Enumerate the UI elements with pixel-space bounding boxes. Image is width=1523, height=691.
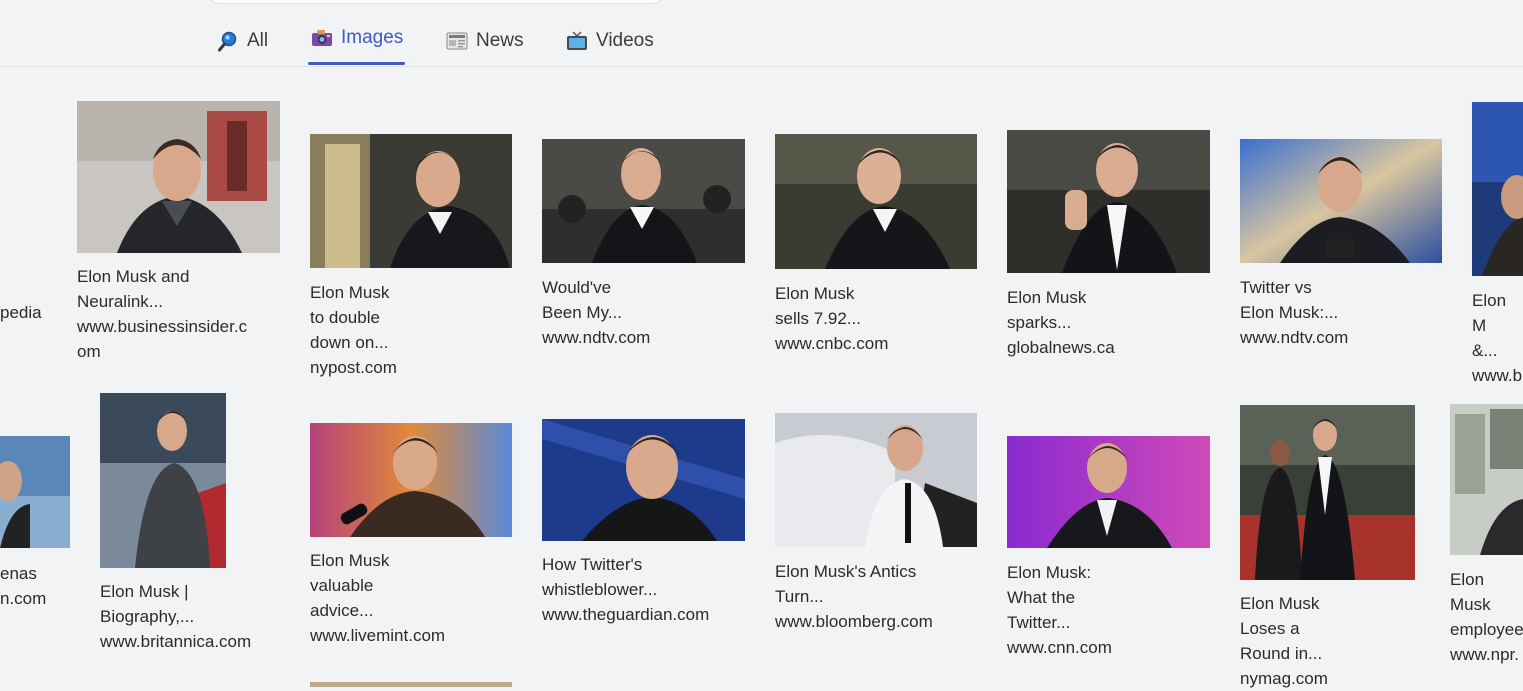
result-caption: Twitter vs Elon Musk:... www.ndtv.com bbox=[1240, 278, 1349, 347]
search-tabs: All Images News Videos bbox=[0, 0, 1523, 67]
active-tab-indicator bbox=[308, 62, 405, 65]
result-caption: Elon Musk and Neuralink... www.businessins… bbox=[77, 267, 248, 361]
result-thumbnail[interactable] bbox=[775, 134, 977, 269]
result-thumbnail[interactable] bbox=[1007, 436, 1210, 548]
tab-videos[interactable]: Videos bbox=[566, 30, 654, 52]
result-thumbnail[interactable] bbox=[775, 413, 977, 547]
result-caption: Elon Musk valuable advice... www.livemint.… bbox=[310, 551, 446, 645]
result-thumbnail[interactable] bbox=[542, 139, 745, 263]
result-caption: Elon Musk Loses a Round in... nymag.com bbox=[1240, 594, 1328, 688]
result-thumbnail[interactable] bbox=[1472, 102, 1523, 276]
result-caption: How Twitter's whistleblower... www.theguar… bbox=[542, 555, 710, 624]
result-thumbnail[interactable] bbox=[77, 101, 280, 253]
result-caption: Elon Musk | Biography,... www.britannica.c… bbox=[100, 582, 252, 651]
result-thumbnail[interactable] bbox=[0, 436, 70, 548]
result-caption: Elon M &... www.b bbox=[1472, 291, 1523, 385]
result-caption: Would've Been My... www.ndtv.com bbox=[542, 278, 651, 347]
result-caption: Elon Musk employee www.npr. bbox=[1450, 570, 1523, 664]
result-caption: Elon Musk's Antics Turn... www.bloomberg.c… bbox=[775, 562, 933, 631]
result-thumbnail[interactable] bbox=[1240, 139, 1442, 263]
result-caption: Elon Musk to double down on... nypost.com bbox=[310, 283, 397, 377]
tab-label: Images bbox=[341, 27, 404, 48]
result-thumbnail[interactable] bbox=[542, 419, 745, 541]
result-caption: enas n.com bbox=[0, 564, 47, 608]
tab-label: Videos bbox=[596, 30, 654, 51]
result-thumbnail[interactable] bbox=[310, 682, 512, 687]
magnifier-icon bbox=[217, 30, 239, 52]
result-thumbnail[interactable] bbox=[310, 423, 512, 537]
tab-images[interactable]: Images bbox=[311, 27, 403, 49]
result-thumbnail[interactable] bbox=[100, 393, 226, 568]
tab-label: All bbox=[247, 30, 269, 51]
tab-all[interactable]: All bbox=[217, 30, 268, 52]
result-caption: Elon Musk sparks... globalnews.ca bbox=[1007, 288, 1115, 357]
tv-icon bbox=[566, 30, 588, 52]
tab-news[interactable]: News bbox=[446, 30, 524, 52]
result-thumbnail[interactable] bbox=[1240, 405, 1415, 580]
result-thumbnail[interactable] bbox=[310, 134, 512, 268]
result-thumbnail[interactable] bbox=[1007, 130, 1210, 273]
result-caption: pedia bbox=[0, 303, 42, 322]
result-caption: Elon Musk: What the Twitter... www.cnn.co… bbox=[1007, 563, 1112, 657]
tab-label: News bbox=[476, 30, 524, 51]
result-caption: Elon Musk sells 7.92... www.cnbc.com bbox=[775, 284, 889, 353]
camera-icon bbox=[311, 27, 333, 49]
result-thumbnail[interactable] bbox=[1450, 404, 1523, 555]
newspaper-icon bbox=[446, 30, 468, 52]
